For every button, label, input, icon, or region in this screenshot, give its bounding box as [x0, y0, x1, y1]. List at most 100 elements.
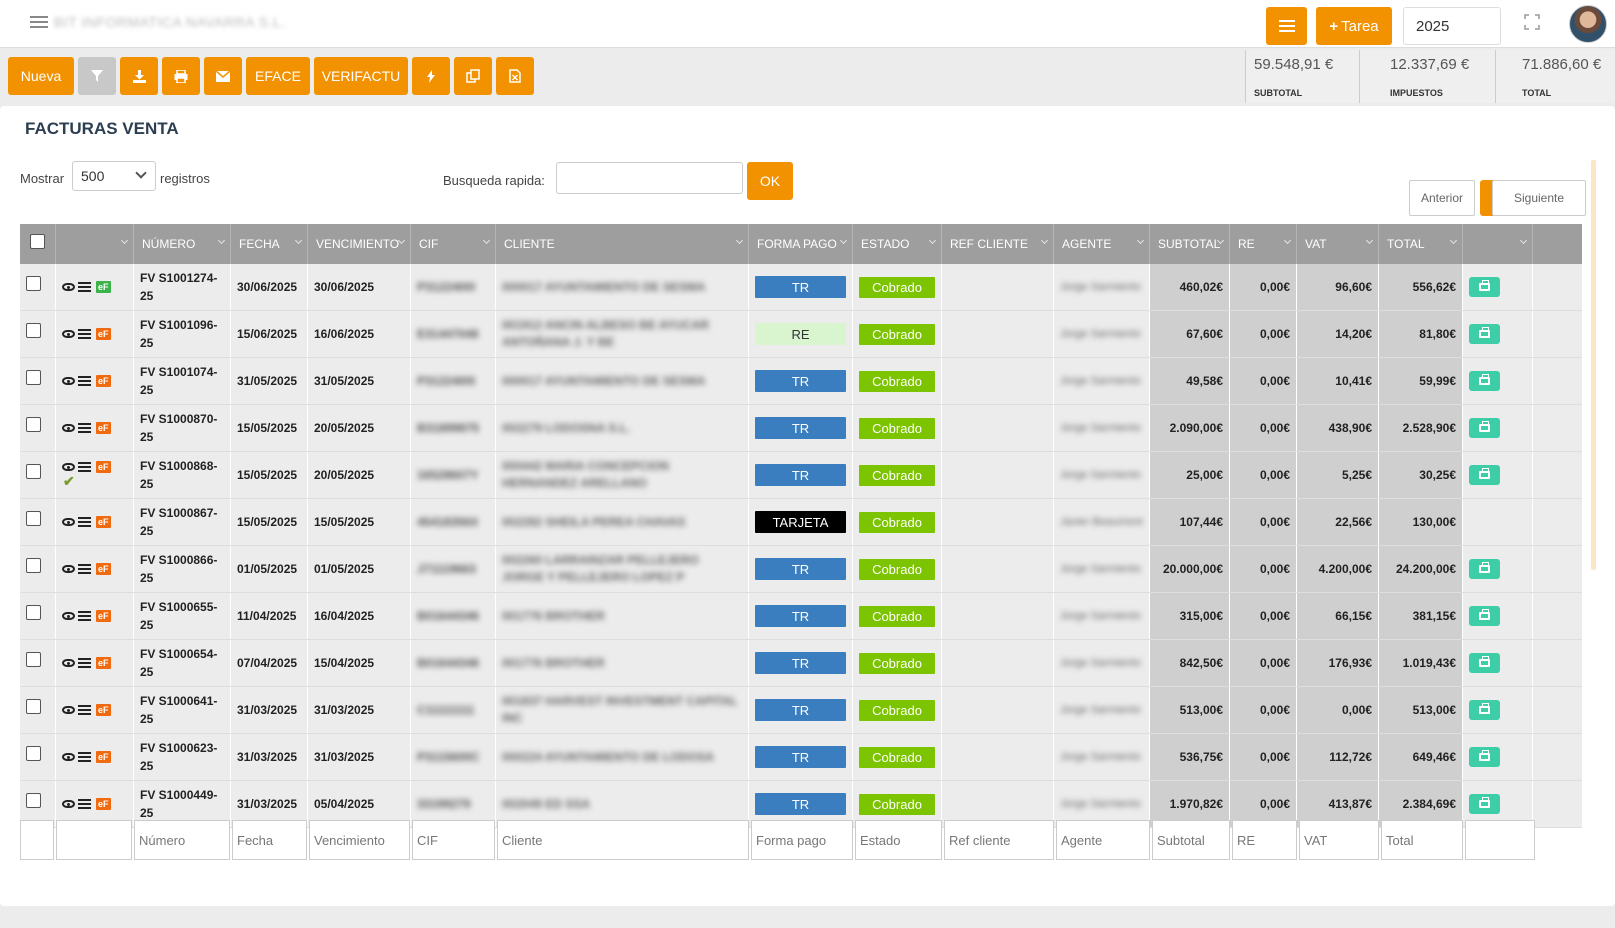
eye-icon[interactable] [62, 800, 75, 808]
print-invoice-button[interactable] [1469, 371, 1500, 391]
table-row[interactable]: eF FV S1000867- 25 15/05/2025 15/05/2025 4541… [20, 499, 1582, 546]
copy-button[interactable] [454, 57, 492, 95]
column-filter-input[interactable]: Fecha [232, 820, 307, 860]
column-filter-input[interactable] [1465, 820, 1535, 860]
row-checkbox[interactable] [26, 746, 41, 761]
eye-icon[interactable] [62, 612, 75, 620]
column-header[interactable]: VENCIMIENTO [308, 224, 411, 264]
eface-icon[interactable]: eF [96, 328, 111, 340]
bolt-button[interactable] [412, 57, 450, 95]
print-invoice-button[interactable] [1469, 700, 1500, 720]
print-invoice-button[interactable] [1469, 559, 1500, 579]
download-button[interactable] [120, 57, 158, 95]
column-filter-input[interactable]: Cliente [497, 820, 749, 860]
column-header[interactable]: VAT [1297, 224, 1379, 264]
eface-icon[interactable]: eF [96, 516, 111, 528]
menu-toggle-icon[interactable] [30, 16, 48, 30]
eface-icon[interactable]: eF [96, 657, 111, 669]
table-row[interactable]: eF FV S1001274- 25 30/06/2025 30/06/2025 P312… [20, 264, 1582, 311]
list-icon[interactable] [78, 564, 91, 574]
verifactu-button[interactable]: VERIFACTU [314, 57, 408, 95]
chevron-down-icon[interactable] [482, 236, 491, 245]
column-header[interactable]: CLIENTE [496, 224, 749, 264]
table-row[interactable]: eF FV S1000641- 25 31/03/2025 31/03/2025 C111… [20, 687, 1582, 734]
eface-icon[interactable]: eF [96, 281, 111, 293]
table-row[interactable]: eF ✔ FV S1000868- 25 15/05/2025 20/05/2025 165… [20, 452, 1582, 499]
column-filter-input[interactable]: Subtotal [1152, 820, 1230, 860]
column-header[interactable]: FECHA [231, 224, 308, 264]
task-list-button[interactable] [1266, 7, 1307, 45]
list-icon[interactable] [78, 799, 91, 809]
new-task-button[interactable]: + Tarea [1316, 7, 1392, 45]
row-checkbox[interactable] [26, 699, 41, 714]
table-row[interactable]: eF FV S1000655- 25 11/04/2025 16/04/2025 B016… [20, 593, 1582, 640]
table-row[interactable]: eF FV S1001074- 25 31/05/2025 31/05/2025 P312… [20, 358, 1582, 405]
column-header[interactable]: TOTAL [1379, 224, 1463, 264]
eye-icon[interactable] [62, 706, 75, 714]
next-page-button[interactable]: Siguiente [1492, 180, 1586, 216]
print-invoice-button[interactable] [1469, 418, 1500, 438]
column-header[interactable]: SUBTOTAL [1150, 224, 1230, 264]
eface-icon[interactable]: eF [96, 375, 111, 387]
list-icon[interactable] [78, 517, 91, 527]
year-selector[interactable]: 2025 [1403, 7, 1501, 45]
eface-icon[interactable]: eF [96, 422, 111, 434]
chevron-down-icon[interactable] [294, 236, 303, 245]
page-size-select[interactable]: 500 [72, 161, 156, 191]
chevron-down-icon[interactable] [217, 236, 226, 245]
eface-icon[interactable]: eF [96, 798, 111, 810]
column-header[interactable]: FORMA PAGO [749, 224, 853, 264]
list-icon[interactable] [78, 423, 91, 433]
excel-button[interactable] [496, 57, 534, 95]
column-header[interactable]: RE [1230, 224, 1297, 264]
row-checkbox[interactable] [26, 276, 41, 291]
row-checkbox[interactable] [26, 511, 41, 526]
eye-icon[interactable] [62, 377, 75, 385]
chevron-down-icon[interactable] [1449, 236, 1458, 245]
column-header[interactable]: CIF [411, 224, 496, 264]
eye-icon[interactable] [62, 659, 75, 667]
column-filter-input[interactable]: Total [1381, 820, 1463, 860]
user-avatar[interactable] [1569, 5, 1607, 43]
eface-button[interactable]: EFACE [246, 57, 310, 95]
list-icon[interactable] [78, 752, 91, 762]
table-row[interactable]: eF FV S1000866- 25 01/05/2025 01/05/2025 J711… [20, 546, 1582, 593]
eye-icon[interactable] [62, 518, 75, 526]
column-filter-input[interactable]: CIF [412, 820, 495, 860]
list-icon[interactable] [78, 461, 91, 472]
print-invoice-button[interactable] [1469, 277, 1500, 297]
column-filter-input[interactable]: Ref cliente [944, 820, 1054, 860]
table-row[interactable]: eF FV S1000870- 25 15/05/2025 20/05/2025 B318… [20, 405, 1582, 452]
column-filter-input[interactable]: Número [134, 820, 230, 860]
row-checkbox[interactable] [26, 793, 41, 808]
chevron-down-icon[interactable] [1519, 236, 1528, 245]
eface-icon[interactable]: eF [96, 751, 111, 763]
column-header[interactable]: ESTADO [853, 224, 942, 264]
column-filter-input[interactable]: RE [1232, 820, 1297, 860]
print-button[interactable] [162, 57, 200, 95]
chevron-down-icon[interactable] [1365, 236, 1374, 245]
scrollbar[interactable] [1591, 160, 1596, 570]
row-checkbox[interactable] [26, 652, 41, 667]
eye-icon[interactable] [62, 330, 75, 338]
new-invoice-button[interactable]: Nueva [8, 57, 74, 95]
chevron-down-icon[interactable] [1136, 236, 1145, 245]
chevron-down-icon[interactable] [120, 236, 129, 245]
print-invoice-button[interactable] [1469, 324, 1500, 344]
column-filter-input[interactable] [56, 820, 132, 860]
select-all-checkbox[interactable] [30, 234, 45, 249]
column-filter-input[interactable]: Vencimiento [309, 820, 410, 860]
table-row[interactable]: eF FV S1001096- 25 15/06/2025 16/06/2025 E314… [20, 311, 1582, 358]
list-icon[interactable] [78, 658, 91, 668]
fullscreen-icon[interactable] [1524, 14, 1540, 30]
row-checkbox[interactable] [26, 605, 41, 620]
eface-icon[interactable]: eF [96, 610, 111, 622]
column-header[interactable]: NÚMERO [134, 224, 231, 264]
eye-icon[interactable] [62, 462, 75, 471]
search-ok-button[interactable]: OK [747, 162, 793, 200]
column-header[interactable]: AGENTE [1054, 224, 1150, 264]
column-filter-input[interactable]: Agente [1056, 820, 1150, 860]
column-filter-input[interactable]: Estado [855, 820, 942, 860]
list-icon[interactable] [78, 705, 91, 715]
print-invoice-button[interactable] [1469, 465, 1500, 485]
